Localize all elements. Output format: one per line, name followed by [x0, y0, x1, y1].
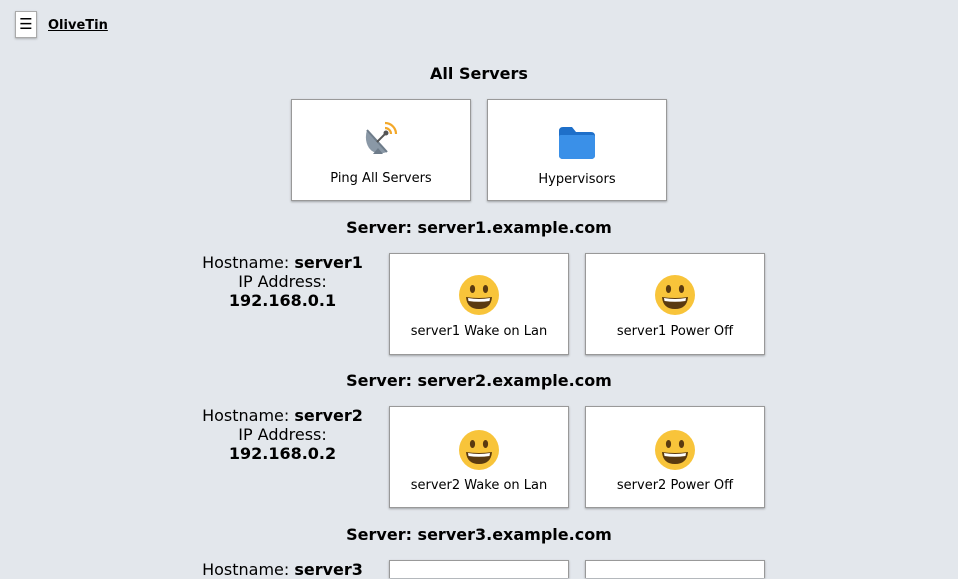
hostname-row: Hostname: server3	[190, 560, 375, 579]
server2-wake-on-lan-button[interactable]: server2 Wake on Lan	[389, 406, 569, 508]
app-title-link[interactable]: OliveTin	[48, 18, 108, 33]
server1-host-info: Hostname: server1 IP Address: 192.168.0.…	[190, 253, 375, 310]
ping-all-servers-button[interactable]: Ping All Servers	[291, 99, 471, 201]
folder-icon	[488, 125, 666, 161]
ip-label: IP Address:	[238, 425, 327, 444]
server3-action-button-2[interactable]	[585, 560, 765, 578]
ip-value: 192.168.0.1	[228, 291, 337, 310]
section-title-server1: Server: server1.example.com	[346, 218, 612, 237]
hostname-value: server1	[294, 253, 363, 272]
ip-label: IP Address:	[238, 272, 327, 291]
hostname-label: Hostname:	[202, 560, 290, 579]
smile-icon	[586, 274, 764, 316]
hypervisors-button[interactable]: Hypervisors	[487, 99, 667, 201]
ip-value: 192.168.0.2	[228, 444, 337, 463]
satellite-dish-icon	[292, 120, 470, 160]
server3-action-button-1[interactable]	[389, 560, 569, 578]
hostname-label: Hostname:	[202, 406, 290, 425]
section-title-server3: Server: server3.example.com	[346, 525, 612, 544]
hamburger-menu-icon[interactable]: ☰	[15, 11, 37, 38]
hostname-label: Hostname:	[202, 253, 290, 272]
section-title-all-servers: All Servers	[430, 64, 528, 83]
server1-wake-on-lan-button[interactable]: server1 Wake on Lan	[389, 253, 569, 355]
server2-power-off-button[interactable]: server2 Power Off	[585, 406, 765, 508]
hostname-value: server3	[294, 560, 363, 579]
smile-icon	[586, 429, 764, 471]
button-label: server1 Wake on Lan	[410, 324, 548, 339]
server1-power-off-button[interactable]: server1 Power Off	[585, 253, 765, 355]
hostname-value: server2	[294, 406, 363, 425]
smile-icon	[390, 274, 568, 316]
smile-icon	[390, 429, 568, 471]
button-label: server2 Power Off	[616, 478, 734, 493]
hostname-row: Hostname: server1	[190, 253, 375, 272]
hostname-row: Hostname: server2	[190, 406, 375, 425]
button-label: Hypervisors	[538, 172, 616, 187]
server3-host-info: Hostname: server3	[190, 560, 375, 579]
button-label: server1 Power Off	[616, 324, 734, 339]
button-label: Ping All Servers	[330, 171, 432, 186]
top-bar: ☰ OliveTin	[0, 0, 958, 50]
button-label: server2 Wake on Lan	[410, 478, 548, 493]
section-title-server2: Server: server2.example.com	[346, 371, 612, 390]
server2-host-info: Hostname: server2 IP Address: 192.168.0.…	[190, 406, 375, 463]
